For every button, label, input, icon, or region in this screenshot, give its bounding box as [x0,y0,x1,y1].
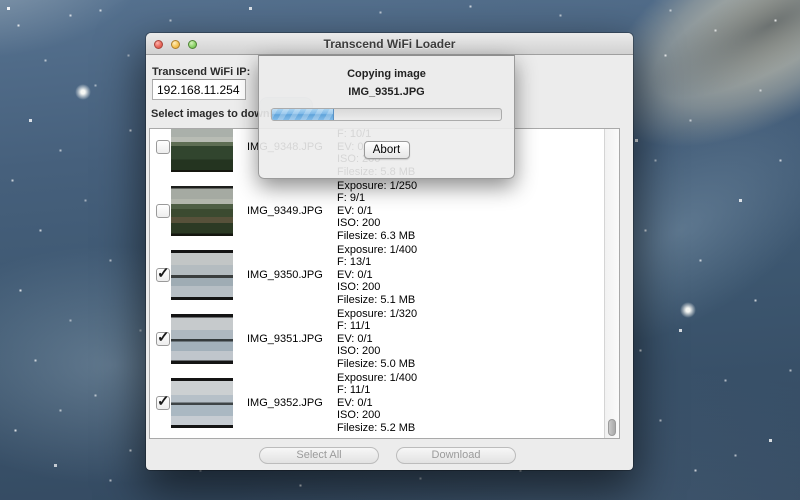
scrollbar-thumb[interactable] [608,419,616,436]
exif-info: Exposure: 1/250 F: 9/1 EV: 0/1 ISO: 200 … [337,180,417,243]
image-row[interactable]: ✓ IMG_9349.JPG Exposure: 1/250 F: 9/1 EV… [150,179,604,243]
exif-filesize: Filesize: 6.3 MB [337,230,417,243]
check-icon: ✓ [157,264,170,282]
exif-iso: ISO: 200 [337,409,417,422]
exif-ev: EV: 0/1 [337,269,417,282]
image-row[interactable]: ✓ IMG_9350.JPG Exposure: 1/400 F: 13/1 E… [150,243,604,307]
exif-ev: EV: 0/1 [337,333,417,346]
exif-exposure: Exposure: 1/400 [337,244,417,257]
image-row[interactable]: ✓ IMG_9351.JPG Exposure: 1/320 F: 11/1 E… [150,307,604,371]
app-window: Transcend WiFi Loader Transcend WiFi IP:… [146,33,633,470]
image-row[interactable]: ✓ IMG_9352.JPG Exposure: 1/400 F: 11/1 E… [150,371,604,435]
download-button[interactable]: Download [396,447,516,464]
bright-star [75,84,91,100]
image-filename: IMG_9352.JPG [247,397,333,409]
exif-exposure: Exposure: 1/320 [337,308,417,321]
image-checkbox[interactable]: ✓ [156,332,170,346]
exif-info: Exposure: 1/400 F: 11/1 EV: 0/1 ISO: 200… [337,372,417,435]
image-thumbnail [171,378,233,428]
ip-label: Transcend WiFi IP: [152,66,250,78]
exif-f: F: 11/1 [337,320,417,333]
image-thumbnail [171,250,233,300]
exif-iso: ISO: 200 [337,345,417,358]
copy-progress-sheet: Copying image IMG_9351.JPG Abort [258,55,515,179]
bright-star [680,302,696,318]
image-filename: IMG_9349.JPG [247,205,333,217]
check-icon: ✓ [157,328,170,346]
exif-ev: EV: 0/1 [337,205,417,218]
image-thumbnail [171,314,233,364]
progress-fill [272,109,334,120]
image-checkbox[interactable]: ✓ [156,268,170,282]
window-title: Transcend WiFi Loader [146,37,633,51]
exif-ev: EV: 0/1 [337,397,417,410]
exif-f: F: 11/1 [337,384,417,397]
exif-info: Exposure: 1/400 F: 13/1 EV: 0/1 ISO: 200… [337,244,417,307]
scrollbar[interactable] [604,129,619,438]
image-filename: IMG_9350.JPG [247,269,333,281]
titlebar[interactable]: Transcend WiFi Loader [146,33,633,55]
exif-iso: ISO: 200 [337,217,417,230]
exif-filesize: Filesize: 5.0 MB [337,358,417,371]
image-thumbnail [171,186,233,236]
star-field [0,0,1,1]
exif-iso: ISO: 200 [337,281,417,294]
image-checkbox[interactable]: ✓ [156,140,170,154]
image-checkbox[interactable]: ✓ [156,204,170,218]
sheet-filename: IMG_9351.JPG [259,86,514,98]
check-icon: ✓ [157,392,170,410]
exif-exposure: Exposure: 1/400 [337,372,417,385]
exif-exposure: Exposure: 1/250 [337,180,417,193]
image-filename: IMG_9351.JPG [247,333,333,345]
exif-f: F: 9/1 [337,192,417,205]
abort-button[interactable]: Abort [364,141,410,159]
exif-filesize: Filesize: 5.1 MB [337,294,417,307]
ip-input[interactable] [152,79,246,100]
select-all-button[interactable]: Select All [259,447,379,464]
exif-f: F: 13/1 [337,256,417,269]
sheet-title: Copying image [259,68,514,80]
image-thumbnail [171,128,233,172]
exif-info: Exposure: 1/320 F: 11/1 EV: 0/1 ISO: 200… [337,308,417,371]
image-checkbox[interactable]: ✓ [156,396,170,410]
progress-bar [271,108,502,121]
exif-filesize: Filesize: 5.2 MB [337,422,417,435]
